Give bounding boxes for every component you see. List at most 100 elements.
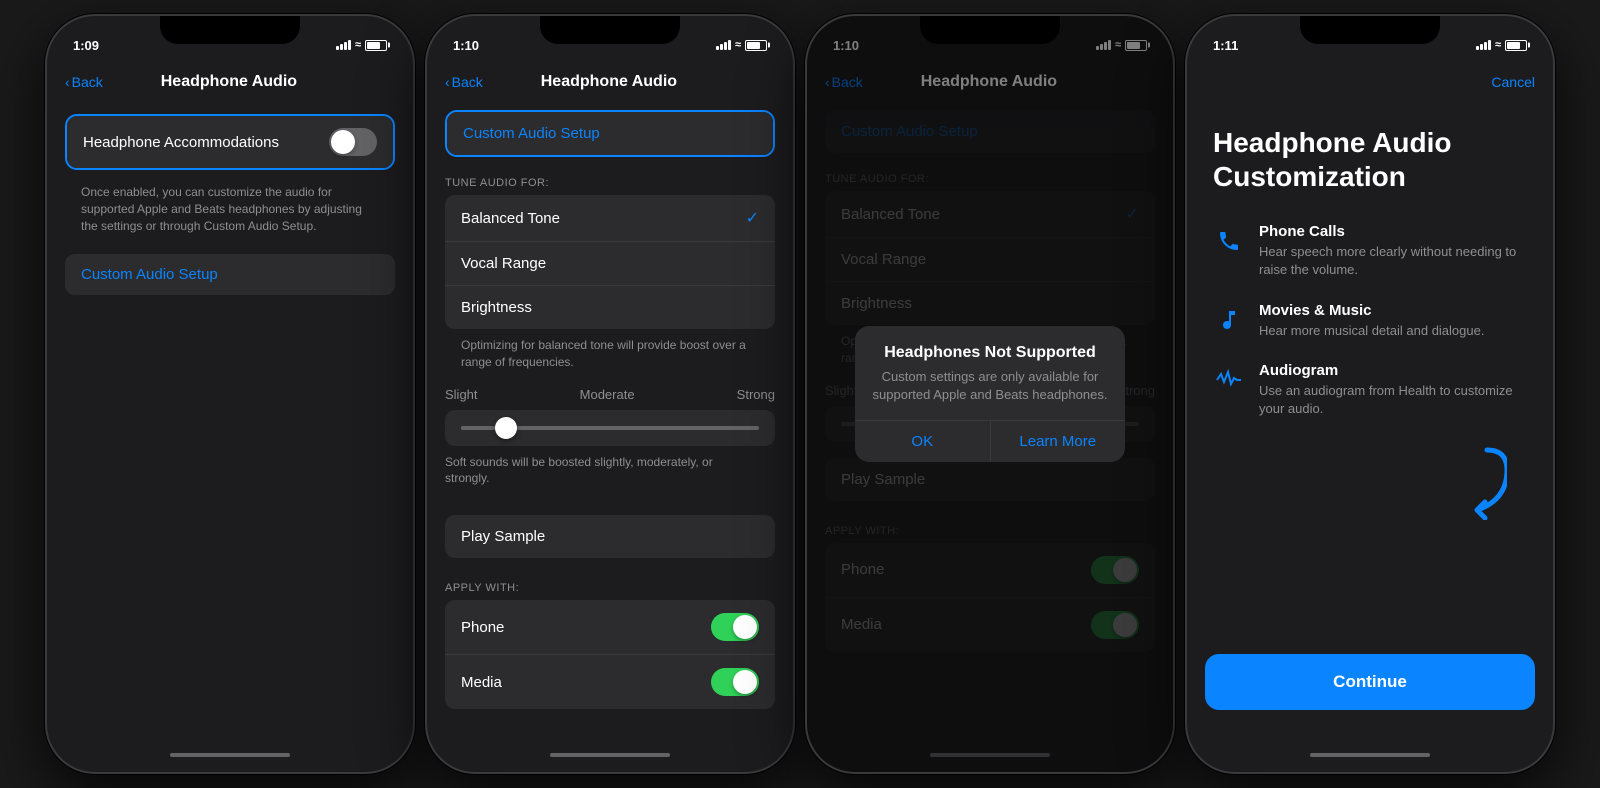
feature-phone-calls-title: Phone Calls [1259,223,1527,240]
slider-desc-2: Soft sounds will be boosted slightly, mo… [445,446,775,500]
dialog-message-3: Custom settings are only available for s… [855,368,1125,420]
status-icons-4: ≈ [1476,39,1527,51]
signal-icon-1 [336,40,351,50]
toggle-thumb-1 [331,130,355,154]
feature-audiogram-text: Audiogram Use an audiogram from Health t… [1259,362,1527,418]
phone-2-screen: 1:10 ≈ ‹ Back Headphone Aud [429,18,791,770]
phone-3-screen: 1:10 ≈ ‹ Back Headphone Aud [809,18,1171,770]
arrow-down-icon [1427,440,1507,520]
slider-section-2: Slight Moderate Strong Soft sounds will … [429,383,791,508]
tune-check-2: ✓ [746,208,759,228]
tune-vocal-2[interactable]: Vocal Range [445,242,775,286]
phones-container: 1:09 ≈ ‹ Back Headphone Aud [35,4,1565,784]
tune-balanced-2[interactable]: Balanced Tone ✓ [445,195,775,242]
feature-movies-music-title: Movies & Music [1259,302,1527,319]
accommodations-toggle-item: Headphone Accommodations [67,116,393,168]
signal-icon-2 [716,40,731,50]
phone-4-notch [1300,16,1440,44]
apply-header-2: APPLY WITH: [429,566,791,600]
status-icons-2: ≈ [716,39,767,51]
screen4-content: Headphone Audio Customization Phone Call… [1189,106,1551,654]
screen4-title: Headphone Audio Customization [1213,126,1527,193]
custom-audio-link-item[interactable]: Custom Audio Setup [65,254,395,295]
slider-labels-2: Slight Moderate Strong [445,387,775,402]
home-indicator-1 [49,740,411,770]
phone-2-notch [540,16,680,44]
home-indicator-2 [429,740,791,770]
custom-audio-highlighted-2: Custom Audio Setup [445,110,775,157]
slider-track-2[interactable] [461,426,759,430]
custom-audio-section: Custom Audio Setup [65,254,395,295]
apply-media-2: Media [445,655,775,709]
movies-music-icon [1213,304,1245,336]
phone-1-notch [160,16,300,44]
feature-movies-music-desc: Hear more musical detail and dialogue. [1259,322,1527,340]
apply-media-label-2: Media [461,674,502,691]
content-2: Custom Audio Setup TUNE AUDIO FOR: Balan… [429,106,791,740]
phone-4-screen: 1:11 ≈ Cancel Headphone Audio Customizat… [1189,18,1551,770]
accommodations-label: Headphone Accommodations [83,134,279,151]
apply-list-2: Phone Media [445,600,775,709]
nav-bar-2: ‹ Back Headphone Audio [429,62,791,106]
signal-icon-4 [1476,40,1491,50]
nav-bar-1: ‹ Back Headphone Audio [49,62,411,106]
phone-2: 1:10 ≈ ‹ Back Headphone Aud [425,14,795,774]
dialog-learn-more-btn-3[interactable]: Learn More [991,421,1126,462]
phone-4: 1:11 ≈ Cancel Headphone Audio Customizat… [1185,14,1555,774]
toggle-thumb-media-2 [733,670,757,694]
nav-bar-4: Cancel [1189,62,1551,106]
continue-button-4[interactable]: Continue [1205,654,1535,710]
phone-3: 1:10 ≈ ‹ Back Headphone Aud [805,14,1175,774]
apply-phone-2: Phone [445,600,775,655]
slider-thumb-2[interactable] [495,417,517,439]
slider-label-strong-2: Strong [737,387,775,402]
play-sample-btn-2[interactable]: Play Sample [445,515,775,558]
dialog-buttons-3: OK Learn More [855,420,1125,462]
content-1: Headphone Accommodations Once enabled, y… [49,106,411,740]
slider-label-moderate-2: Moderate [580,387,635,402]
feature-audiogram-desc: Use an audiogram from Health to customiz… [1259,382,1527,418]
home-indicator-4 [1189,740,1551,770]
time-1: 1:09 [73,38,99,53]
phone-1: 1:09 ≈ ‹ Back Headphone Aud [45,14,415,774]
custom-audio-btn-2[interactable]: Custom Audio Setup [447,112,773,155]
apply-phone-toggle-2[interactable] [711,613,759,641]
feature-movies-music-text: Movies & Music Hear more musical detail … [1259,302,1527,340]
audiogram-icon [1213,364,1245,396]
wifi-icon-1: ≈ [355,39,361,51]
time-2: 1:10 [453,38,479,53]
slider-container-2 [445,410,775,446]
phone-calls-icon [1213,225,1245,257]
accommodations-description: Once enabled, you can customize the audi… [49,178,411,246]
accommodations-section: Headphone Accommodations [65,114,395,170]
feature-movies-music: Movies & Music Hear more musical detail … [1213,302,1527,340]
tune-description-2: Optimizing for balanced tone will provid… [429,329,791,383]
time-4: 1:11 [1213,38,1238,53]
feature-audiogram-title: Audiogram [1259,362,1527,379]
nav-title-1: Headphone Audio [63,73,395,91]
apply-phone-label-2: Phone [461,619,504,636]
dialog-overlay-3: Headphones Not Supported Custom settings… [809,18,1171,770]
tune-vocal-label-2: Vocal Range [461,255,546,272]
tune-list-2: Balanced Tone ✓ Vocal Range Brightness [445,195,775,329]
phone-1-screen: 1:09 ≈ ‹ Back Headphone Aud [49,18,411,770]
home-bar-1 [170,753,290,757]
tune-brightness-2[interactable]: Brightness [445,286,775,329]
arrow-container [1213,440,1527,520]
home-bar-2 [550,753,670,757]
tune-brightness-label-2: Brightness [461,299,532,316]
feature-phone-calls-desc: Hear speech more clearly without needing… [1259,243,1527,279]
cancel-button-4[interactable]: Cancel [1491,74,1535,90]
tune-header-2: TUNE AUDIO FOR: [429,161,791,195]
feature-audiogram: Audiogram Use an audiogram from Health t… [1213,362,1527,418]
home-bar-4 [1310,753,1430,757]
toggle-thumb-phone-2 [733,615,757,639]
nav-title-2: Headphone Audio [443,73,775,91]
accommodations-toggle[interactable] [329,128,377,156]
dialog-ok-btn-3[interactable]: OK [855,421,991,462]
apply-media-toggle-2[interactable] [711,668,759,696]
status-icons-1: ≈ [336,39,387,51]
dialog-title-3: Headphones Not Supported [855,326,1125,368]
wifi-icon-4: ≈ [1495,39,1501,51]
dialog-box-3: Headphones Not Supported Custom settings… [855,326,1125,462]
